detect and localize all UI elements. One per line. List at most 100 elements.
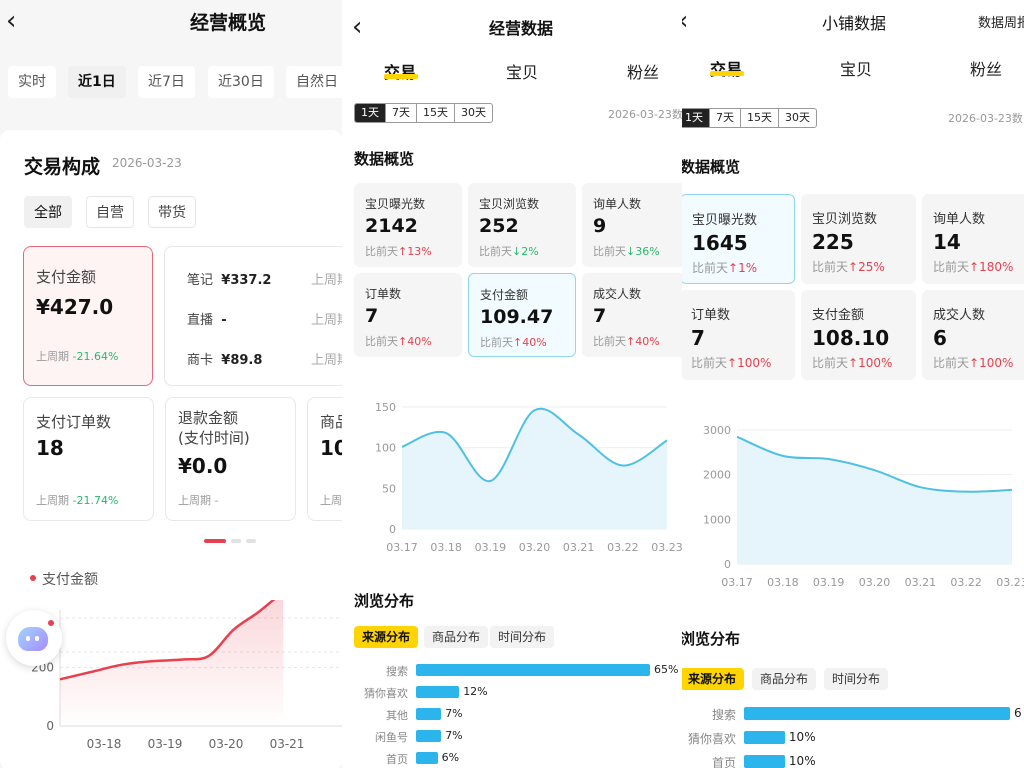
dist-tab-source[interactable]: 来源分布 [354, 626, 419, 648]
filter-self[interactable]: 自营 [86, 196, 134, 228]
bar-row: 其他 7% [342, 707, 682, 722]
metric-card[interactable]: 支付金额 108.10 比前天↑100% [801, 290, 916, 380]
y-tick-label: 3000 [703, 424, 731, 437]
metric-compare: 比前天↑40% [593, 335, 660, 348]
metric-card[interactable]: 询单人数 14 比前天↑180% [922, 194, 1024, 284]
section-browse-dist: 浏览分布 [354, 592, 415, 610]
range-30d[interactable]: 30天 [455, 104, 492, 122]
metric-label: 订单数 [691, 308, 731, 323]
bar-value: 12% [463, 685, 488, 698]
range-1d[interactable]: 1天 [682, 109, 710, 127]
metric-goods[interactable]: 商品 10 上周 [307, 397, 342, 521]
metric-card[interactable]: 成交人数 6 比前天↑100% [922, 290, 1024, 380]
breakdown-live-cmp: 上周期 [311, 313, 342, 328]
time-tab-7d[interactable]: 近7日 [138, 66, 195, 98]
arrow-down-icon: ↓ [626, 245, 636, 258]
x-tick-label: 03.18 [430, 541, 462, 554]
arrow-down-icon: ↓ [512, 245, 522, 258]
dist-tab-time[interactable]: 时间分布 [824, 668, 889, 690]
time-tab-realtime[interactable]: 实时 [8, 66, 56, 98]
metric-value: 108.10 [812, 326, 890, 350]
tab-goods[interactable]: 宝贝 [840, 56, 872, 80]
bar-row: 首页 6% [342, 751, 682, 766]
metric-value: ¥427.0 [36, 295, 114, 319]
metric-card[interactable]: 支付金额 109.47 比前天↑40% [468, 273, 576, 357]
range-15d[interactable]: 15天 [741, 109, 779, 127]
tab-fans[interactable]: 粉丝 [627, 59, 659, 83]
tab-goods[interactable]: 宝贝 [506, 59, 538, 83]
metric-label: 支付金额 [480, 288, 529, 302]
arrow-up-icon: ↑ [969, 356, 980, 370]
range-7d[interactable]: 7天 [386, 104, 417, 122]
x-tick-label: 03-19 [148, 737, 183, 751]
tab-trade[interactable]: 交易 [710, 56, 742, 80]
range-1d[interactable]: 1天 [355, 104, 386, 122]
range-selector: 1天 7天 15天 30天 [682, 108, 817, 128]
arrow-up-icon: ↑ [969, 260, 980, 274]
back-chevron-icon[interactable]: ‹ [6, 8, 16, 34]
bar-value: 65% [654, 663, 679, 676]
x-tick-label: 03.17 [721, 576, 753, 589]
tab-fans[interactable]: 粉丝 [970, 56, 1002, 80]
dist-tab-time[interactable]: 时间分布 [490, 626, 555, 648]
metric-label: 宝贝曝光数 [692, 213, 758, 228]
weekly-report-link[interactable]: 数据周报 [978, 12, 1024, 31]
bar-row: 首页 10% [682, 754, 1024, 768]
panel-business-data: ‹ 经营数据 交易 宝贝 粉丝 1天 7天 15天 30天 2026-03-23… [342, 0, 682, 768]
range-15d[interactable]: 15天 [417, 104, 455, 122]
metric-compare: 比前天↑100% [933, 356, 1014, 370]
assistant-fab[interactable] [6, 610, 62, 666]
arrow-up-icon: ↑ [727, 356, 738, 370]
bar-fill [416, 752, 438, 764]
back-chevron-icon[interactable]: ‹ [682, 8, 688, 34]
x-tick-label: 03.20 [859, 576, 891, 589]
metric-pay-amount[interactable]: 支付金额 ¥427.0 上周期 -21.64% [23, 246, 153, 386]
filter-all[interactable]: 全部 [24, 196, 72, 228]
legend-dot [30, 575, 36, 581]
data-date: 2026-03-23数 [948, 112, 1023, 125]
bar-value: 10% [788, 754, 816, 768]
metric-value: 7 [365, 305, 379, 327]
metric-label: 成交人数 [593, 287, 642, 301]
metric-pay-orders[interactable]: 支付订单数 18 上周期 -21.74% [23, 397, 154, 521]
dist-tab-goods[interactable]: 商品分布 [424, 626, 489, 648]
metric-card[interactable]: 成交人数 7 比前天↑40% [582, 273, 682, 357]
metric-card[interactable]: 宝贝浏览数 252 比前天↓2% [468, 183, 576, 267]
back-chevron-icon[interactable]: ‹ [352, 14, 362, 40]
metric-card[interactable]: 宝贝曝光数 2142 比前天↑13% [354, 183, 462, 267]
metric-label: 宝贝曝光数 [365, 197, 426, 211]
time-tab-1d[interactable]: 近1日 [68, 66, 126, 98]
cmp-label: 上周期 [36, 350, 69, 363]
metric-refund[interactable]: 退款金额 (支付时间) ¥0.0 上周期 - [165, 397, 296, 521]
pay-breakdown: 笔记 ¥337.2 上周期 直播 - 上周期 商卡 ¥89.8 上周期 [164, 246, 342, 386]
x-tick-label: 03.18 [767, 576, 799, 589]
metric-card[interactable]: 宝贝曝光数 1645 比前天↑1% [682, 194, 795, 284]
filter-promo[interactable]: 带货 [148, 196, 196, 228]
time-tab-natural-day[interactable]: 自然日 [286, 66, 342, 98]
metric-value: 7 [691, 326, 705, 350]
time-tab-30d[interactable]: 近30日 [208, 66, 274, 98]
metric-label: 询单人数 [933, 212, 986, 227]
arrow-up-icon: ↑ [513, 336, 523, 349]
metric-compare: 比前天↑1% [692, 261, 758, 275]
dist-tab-goods[interactable]: 商品分布 [752, 668, 817, 690]
range-30d[interactable]: 30天 [779, 109, 816, 127]
range-7d[interactable]: 7天 [710, 109, 741, 127]
metric-card[interactable]: 询单人数 9 比前天↓36% [582, 183, 682, 267]
dist-tab-source[interactable]: 来源分布 [682, 668, 745, 690]
section-overview: 数据概览 [354, 150, 415, 168]
y-tick-label: 2000 [703, 469, 731, 482]
metric-card[interactable]: 订单数 7 比前天↑100% [682, 290, 795, 380]
metric-card[interactable]: 宝贝浏览数 225 比前天↑25% [801, 194, 916, 284]
bar-row: 搜索 6 [682, 706, 1024, 722]
metric-compare: 比前天↑40% [480, 336, 547, 349]
bar-row: 搜索 65% [342, 663, 682, 678]
page-title: 经营概览 [190, 12, 267, 34]
metric-compare: 比前天↑40% [365, 335, 432, 348]
x-tick-label: 03.23 [651, 541, 682, 554]
metric-card[interactable]: 订单数 7 比前天↑40% [354, 273, 462, 357]
tab-trade[interactable]: 交易 [384, 59, 416, 83]
bar-fill [744, 707, 1010, 720]
cmp-label: 上周 [320, 494, 342, 507]
legend-label: 支付金额 [42, 572, 98, 588]
